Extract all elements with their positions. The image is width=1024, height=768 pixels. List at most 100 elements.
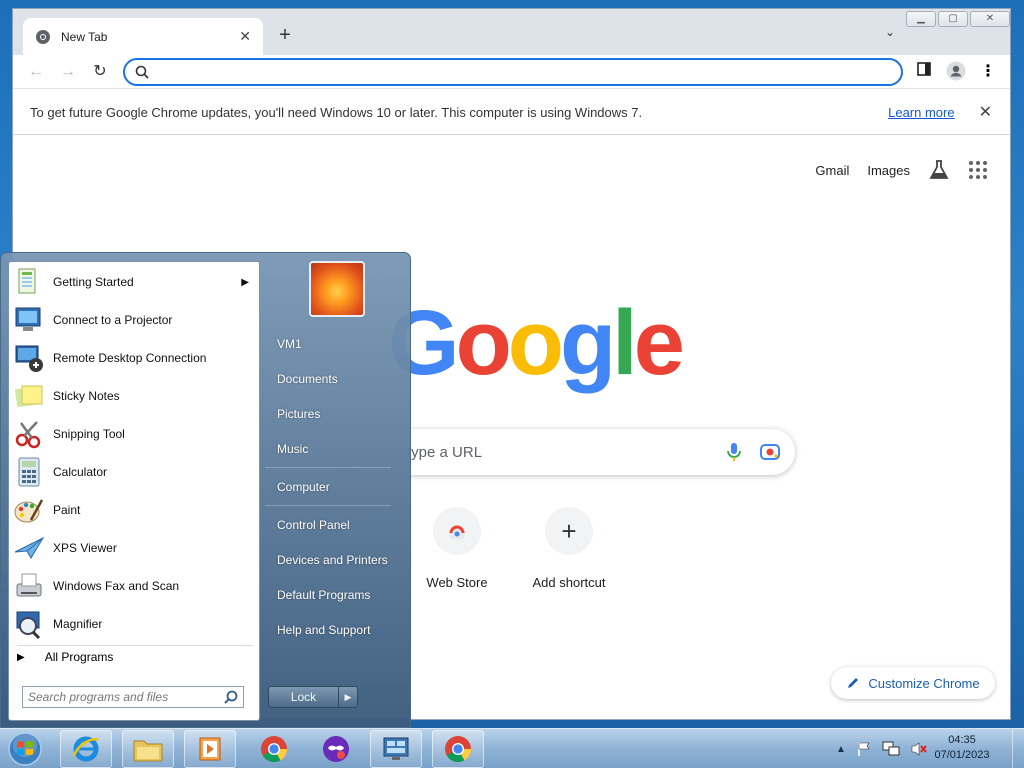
logo-letter: o: [455, 292, 512, 394]
action-center-flag-icon[interactable]: [856, 741, 872, 757]
sticky-notes-icon: [14, 385, 43, 408]
gmail-link[interactable]: Gmail: [815, 163, 849, 178]
taskbar-privacy-app[interactable]: [310, 730, 362, 768]
xps-viewer-icon: [14, 536, 45, 559]
program-magnifier[interactable]: Magnifier: [13, 606, 257, 642]
taskbar-windows-explorer[interactable]: [122, 730, 174, 768]
logo-letter: e: [633, 292, 685, 394]
back-arrow-icon[interactable]: ←: [25, 61, 47, 83]
lock-label: Lock: [269, 687, 339, 707]
logo-letter: o: [507, 292, 564, 394]
all-programs-button[interactable]: ▶ All Programs: [17, 650, 113, 664]
taskbar-remote-console[interactable]: [370, 730, 422, 768]
program-label: Sticky Notes: [53, 389, 120, 403]
place-default-programs[interactable]: Default Programs: [277, 588, 370, 602]
images-link[interactable]: Images: [867, 163, 910, 178]
program-label: Magnifier: [53, 617, 103, 631]
chrome-web-store-icon: [433, 507, 481, 555]
fax-scan-icon: [16, 573, 42, 597]
program-label: XPS Viewer: [53, 541, 117, 555]
shortcut-label: Web Store: [426, 575, 488, 590]
address-bar[interactable]: [123, 58, 903, 86]
search-icon: [135, 65, 149, 79]
address-input[interactable]: [157, 64, 901, 80]
logo-letter: l: [612, 292, 637, 394]
menu-dots-icon[interactable]: ⋮: [977, 61, 999, 83]
place-user-folder[interactable]: VM1: [277, 337, 302, 351]
show-hidden-icons-icon[interactable]: ▲: [836, 744, 846, 755]
program-snipping-tool[interactable]: Snipping Tool: [13, 416, 257, 452]
program-label: Paint: [53, 503, 81, 517]
program-paint[interactable]: Paint: [13, 492, 257, 528]
remote-console-icon: [383, 737, 409, 760]
reload-icon[interactable]: ↻: [89, 61, 111, 83]
media-player-icon: [199, 737, 221, 761]
window-close-button[interactable]: ✕: [970, 11, 1010, 27]
google-lens-icon[interactable]: [759, 441, 781, 463]
browser-toolbar: ← → ↻ ⋮: [13, 55, 1010, 89]
taskbar-media-player[interactable]: [184, 730, 236, 768]
internet-explorer-icon: [72, 736, 99, 762]
search-icon[interactable]: [223, 689, 239, 705]
place-control-panel[interactable]: Control Panel: [277, 518, 350, 532]
program-calculator[interactable]: Calculator: [13, 454, 257, 490]
place-computer[interactable]: Computer: [277, 480, 330, 494]
start-search-box[interactable]: Search programs and files: [22, 686, 244, 708]
start-button[interactable]: [4, 729, 46, 768]
show-desktop-button[interactable]: [1012, 729, 1024, 768]
tab-search-chevron-icon[interactable]: ⌄: [885, 25, 895, 39]
program-fax-scan[interactable]: Windows Fax and Scan: [13, 568, 257, 604]
taskbar-internet-explorer[interactable]: [60, 730, 112, 768]
system-clock[interactable]: 04:35 07/01/2023: [930, 733, 994, 763]
forward-arrow-icon[interactable]: →: [57, 61, 79, 83]
tab-close-icon[interactable]: ✕: [239, 28, 251, 45]
infobar-message: To get future Google Chrome updates, you…: [30, 104, 643, 120]
logo-letter: g: [559, 292, 616, 394]
microphone-icon[interactable]: [723, 441, 745, 463]
infobar-close-icon[interactable]: ✕: [979, 102, 992, 122]
lock-button[interactable]: Lock ▶: [268, 686, 358, 708]
volume-muted-icon[interactable]: [910, 741, 928, 757]
learn-more-link[interactable]: Learn more: [888, 105, 954, 120]
chrome-tab-icon: [36, 29, 50, 44]
getting-started-icon: [18, 268, 36, 294]
place-music[interactable]: Music: [277, 442, 308, 456]
programs-divider: [17, 645, 253, 646]
program-getting-started[interactable]: Getting Started ▶: [13, 264, 257, 300]
customize-chrome-button[interactable]: Customize Chrome: [831, 667, 995, 699]
program-xps-viewer[interactable]: XPS Viewer: [13, 530, 257, 566]
maximize-button[interactable]: ▢: [938, 11, 968, 27]
new-tab-button[interactable]: +: [275, 23, 295, 47]
program-label: Calculator: [53, 465, 108, 479]
places-divider: [265, 467, 391, 468]
tab-new-tab[interactable]: New Tab ✕: [23, 18, 263, 55]
program-remote-desktop[interactable]: Remote Desktop Connection: [13, 340, 257, 376]
plus-icon: +: [545, 507, 593, 555]
shortcut-add[interactable]: + Add shortcut: [514, 507, 624, 590]
program-label: Remote Desktop Connection: [53, 351, 207, 365]
program-label: Windows Fax and Scan: [53, 579, 180, 593]
network-icon[interactable]: [882, 741, 900, 757]
update-infobar: To get future Google Chrome updates, you…: [13, 90, 1010, 135]
place-devices-printers[interactable]: Devices and Printers: [277, 553, 388, 567]
apps-grid-icon[interactable]: [968, 160, 988, 180]
power-options-arrow-icon[interactable]: ▶: [339, 687, 357, 707]
user-avatar[interactable]: [309, 261, 365, 317]
title-bar: New Tab ✕ + ⌄ ▁ ▢ ✕: [13, 9, 1010, 55]
taskbar-chrome-window[interactable]: [432, 730, 484, 768]
all-programs-label: All Programs: [44, 650, 114, 664]
shortcut-label: Add shortcut: [532, 575, 606, 590]
program-sticky-notes[interactable]: Sticky Notes: [13, 378, 257, 414]
taskbar-chrome[interactable]: [248, 730, 300, 768]
labs-flask-icon[interactable]: [928, 159, 950, 181]
place-pictures[interactable]: Pictures: [277, 407, 320, 421]
minimize-button[interactable]: ▁: [906, 11, 936, 27]
side-panel-icon[interactable]: [913, 61, 935, 83]
places-divider: [265, 505, 391, 506]
program-connect-projector[interactable]: Connect to a Projector: [13, 302, 257, 338]
shortcut-web-store[interactable]: Web Store: [402, 507, 512, 590]
pencil-icon: [848, 678, 859, 688]
place-help-support[interactable]: Help and Support: [277, 623, 370, 637]
place-documents[interactable]: Documents: [277, 372, 338, 386]
profile-avatar-icon[interactable]: [945, 61, 967, 83]
